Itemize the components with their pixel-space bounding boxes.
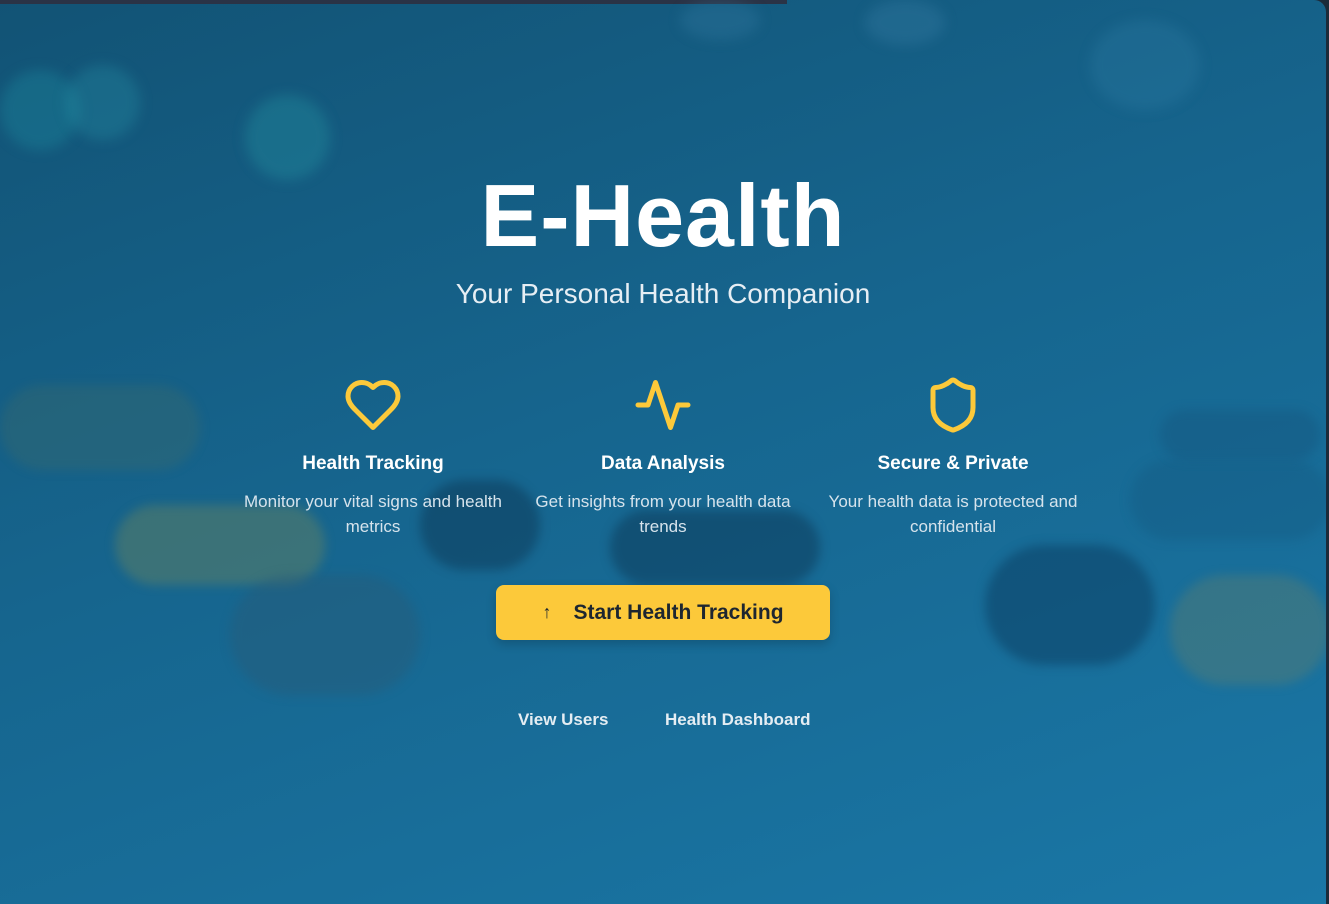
cta-label: Start Health Tracking — [573, 600, 784, 624]
feature-health-tracking: Health Tracking Monitor your vital signs… — [243, 375, 503, 539]
hero-section: E-Health Your Personal Health Companion … — [0, 0, 1326, 904]
feature-title: Health Tracking — [302, 453, 444, 474]
app-window: E-Health Your Personal Health Companion … — [0, 0, 1326, 904]
feature-secure-private: Secure & Private Your health data is pro… — [823, 375, 1083, 539]
start-health-tracking-button[interactable]: ↑ Start Health Tracking — [496, 585, 830, 640]
shield-icon — [923, 375, 983, 435]
arrow-up-icon: ↑ — [542, 602, 552, 622]
feature-description: Your health data is protected and confid… — [828, 492, 1078, 536]
heart-icon — [343, 375, 403, 435]
health-dashboard-link[interactable]: Health Dashboard — [665, 710, 810, 730]
app-subtitle: Your Personal Health Companion — [455, 278, 871, 309]
feature-description: Get insights from your health data trend… — [535, 492, 791, 536]
feature-title: Secure & Private — [877, 453, 1029, 474]
activity-pulse-icon — [633, 375, 693, 435]
feature-data-analysis: Data Analysis Get insights from your hea… — [533, 375, 793, 539]
view-users-link[interactable]: View Users — [518, 710, 608, 730]
feature-description: Monitor your vital signs and health metr… — [244, 492, 502, 536]
app-title: E-Health — [480, 166, 846, 265]
feature-title: Data Analysis — [601, 453, 725, 474]
